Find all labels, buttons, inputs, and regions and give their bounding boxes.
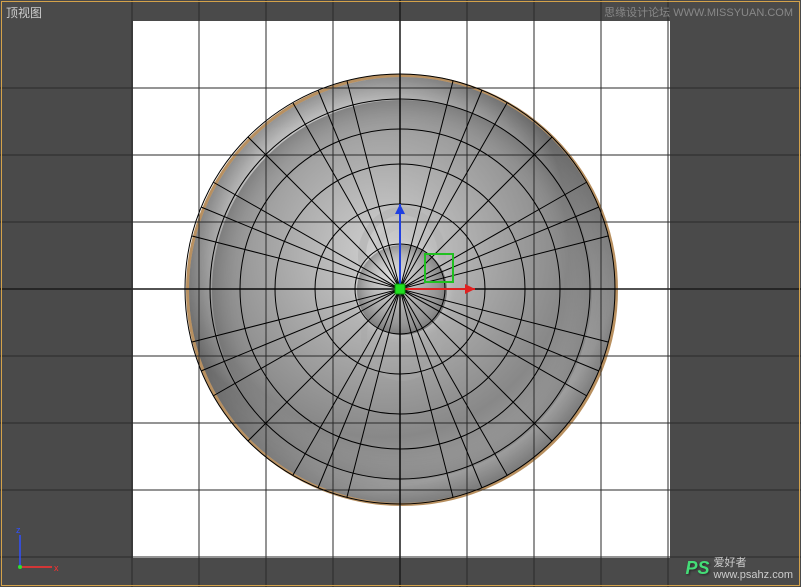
viewport[interactable]: 顶视图 [0,0,801,587]
watermark-text: 爱好者 www.psahz.com [714,557,793,581]
watermark-top: 思缘设计论坛 WWW.MISSYUAN.COM [604,4,793,20]
svg-text:z: z [16,525,21,535]
can-inner-ring [212,100,592,480]
viewport-label: 顶视图 [6,4,42,21]
reference-plane [133,21,670,558]
axis-indicator: z x [12,525,62,575]
can-top-texture [186,74,618,506]
watermark-bottom: PS 爱好者 www.psahz.com [686,557,794,581]
ps-logo-icon: PS [686,558,710,579]
svg-text:x: x [54,563,59,573]
can-center-dome [357,245,447,335]
